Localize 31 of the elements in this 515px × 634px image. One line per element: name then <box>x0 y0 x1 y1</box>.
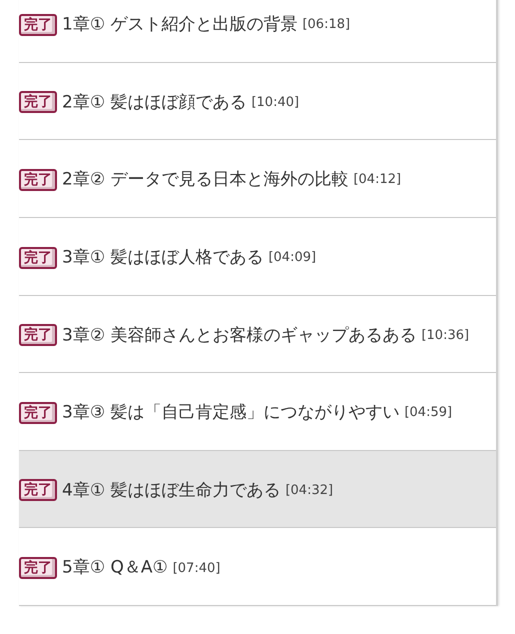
duration-text: [10:36] <box>421 326 470 344</box>
lesson-title: 3章③ 髪は「自己肯定感」につながりやすい <box>62 402 400 423</box>
lesson-title: 3章② 美容師さんとお客様のギャップあるある <box>62 325 416 346</box>
lesson-title: 3章① 髪はほぼ人格である <box>62 248 264 268</box>
lesson-title: 4章① 髪はほぼ生命力である <box>62 480 280 500</box>
duration-text: [10:40] <box>251 94 300 111</box>
lesson-title: 1章① ゲスト紹介と出版の背景 <box>62 14 298 35</box>
duration-text: [04:59] <box>404 404 452 422</box>
lesson-title: 5章① Q＆A① <box>62 558 168 578</box>
duration-text: [04:12] <box>353 171 402 188</box>
lesson-row[interactable]: 完了 3章① 髪はほぼ人格である [04:09] <box>19 218 496 296</box>
status-badge: 完了 <box>19 14 57 36</box>
duration-text: [04:32] <box>285 482 334 499</box>
lesson-row[interactable]: 完了 3章② 美容師さんとお客様のギャップあるある [10:36] <box>19 296 496 374</box>
status-badge: 完了 <box>19 168 57 191</box>
status-badge: 完了 <box>19 246 57 268</box>
status-badge: 完了 <box>19 402 57 424</box>
duration-text: [04:09] <box>268 249 316 266</box>
lesson-row[interactable]: 完了 2章① 髪はほぼ顔である [10:40] <box>19 62 496 140</box>
status-badge: 完了 <box>19 557 57 579</box>
duration-text: [07:40] <box>172 560 220 576</box>
status-badge: 完了 <box>19 479 57 502</box>
lesson-row[interactable]: 完了 5章① Q＆A① [07:40] <box>19 528 496 606</box>
lesson-row[interactable]: 完了 2章② データで見る日本と海外の比較 [04:12] <box>19 140 496 218</box>
lesson-row[interactable]: 完了 4章① 髪はほぼ生命力である [04:32] <box>19 450 496 528</box>
status-badge: 完了 <box>19 324 57 346</box>
status-badge: 完了 <box>19 91 57 114</box>
lesson-title: 2章① 髪はほぼ顔である <box>62 92 246 112</box>
lesson-title: 2章② データで見る日本と海外の比較 <box>62 170 348 190</box>
lesson-row[interactable]: 完了 1章① ゲスト紹介と出版の背景 [06:18] <box>19 0 496 63</box>
duration-text: [06:18] <box>302 16 350 34</box>
